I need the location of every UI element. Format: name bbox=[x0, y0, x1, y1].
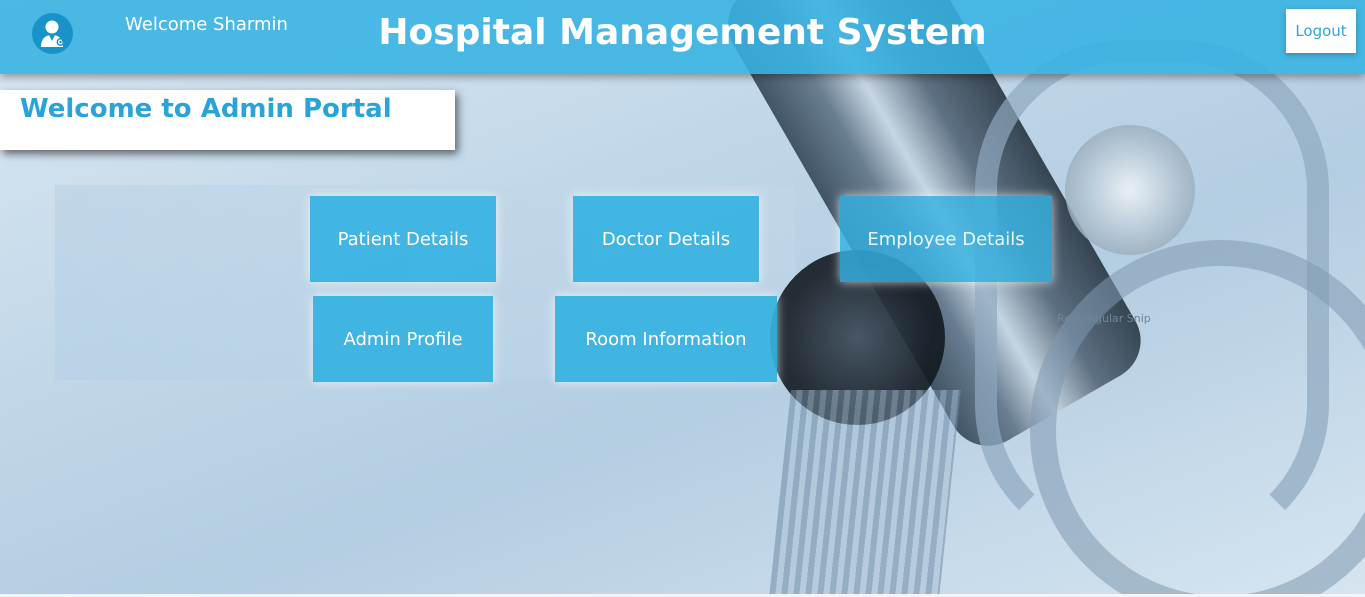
room-information-button[interactable]: Room Information bbox=[555, 296, 777, 382]
logout-button[interactable]: Logout bbox=[1286, 9, 1356, 53]
portal-title: Welcome to Admin Portal bbox=[20, 94, 392, 124]
app-title-text: Hospital Management System bbox=[378, 12, 987, 53]
rectangular-snip-label: Rectangular Snip bbox=[1057, 312, 1151, 325]
top-header: Welcome Sharmin Hospital Management Syst… bbox=[0, 0, 1365, 74]
doctor-details-button[interactable]: Doctor Details bbox=[573, 196, 759, 282]
portal-heading-box: Welcome to Admin Portal bbox=[0, 90, 455, 150]
otoscope-light bbox=[769, 390, 961, 597]
admin-profile-button[interactable]: Admin Profile bbox=[313, 296, 493, 382]
stethoscope-chestpiece bbox=[1065, 125, 1195, 255]
app-title: Hospital Management System bbox=[0, 12, 1365, 53]
employee-details-button[interactable]: Employee Details bbox=[840, 196, 1052, 282]
patient-details-button[interactable]: Patient Details bbox=[310, 196, 496, 282]
